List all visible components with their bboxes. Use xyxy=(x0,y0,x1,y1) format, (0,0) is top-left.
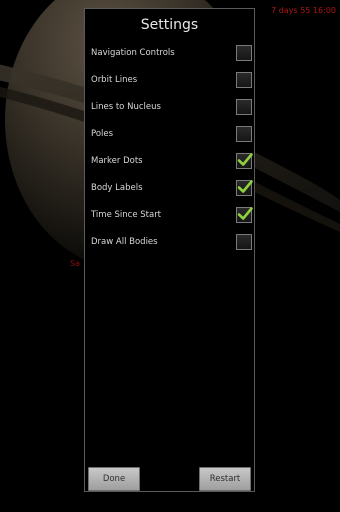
checkbox-lines-to-nucleus[interactable] xyxy=(236,98,252,115)
option-label: Draw All Bodies xyxy=(91,236,158,247)
checkbox-poles[interactable] xyxy=(236,125,252,142)
checkbox-draw-all-bodies[interactable] xyxy=(236,233,252,250)
checkbox-navigation-controls[interactable] xyxy=(236,44,252,61)
option-row-body-labels[interactable]: Body Labels xyxy=(85,174,254,201)
option-label: Orbit Lines xyxy=(91,74,138,85)
checkmark-icon xyxy=(237,179,253,193)
option-label: Time Since Start xyxy=(91,209,162,220)
option-row-orbit-lines[interactable]: Orbit Lines xyxy=(85,66,254,93)
checkmark-icon xyxy=(237,152,253,166)
option-label: Lines to Nucleus xyxy=(91,101,161,112)
app-screen: 7 days 55 16:00 Sa Settings Navigation C… xyxy=(0,0,340,512)
option-row-navigation-controls[interactable]: Navigation Controls xyxy=(85,39,254,66)
option-row-draw-all-bodies[interactable]: Draw All Bodies xyxy=(85,228,254,255)
checkbox-orbit-lines[interactable] xyxy=(236,71,252,88)
time-readout: 7 days 55 16:00 xyxy=(271,6,336,15)
restart-button[interactable]: Restart xyxy=(199,467,251,491)
checkmark-icon xyxy=(237,206,253,220)
dialog-title: Settings xyxy=(140,17,199,33)
option-row-poles[interactable]: Poles xyxy=(85,120,254,147)
option-label: Poles xyxy=(91,128,114,139)
settings-options-list: Navigation Controls Orbit Lines Lines to N… xyxy=(85,39,254,255)
done-button[interactable]: Done xyxy=(88,467,140,491)
option-label: Navigation Controls xyxy=(91,47,175,58)
option-label: Marker Dots xyxy=(91,155,143,166)
option-row-time-since-start[interactable]: Time Since Start xyxy=(85,201,254,228)
body-label: Sa xyxy=(70,259,80,268)
checkbox-body-labels[interactable] xyxy=(236,179,253,196)
checkbox-time-since-start[interactable] xyxy=(236,206,253,223)
option-row-marker-dots[interactable]: Marker Dots xyxy=(85,147,254,174)
checkbox-marker-dots[interactable] xyxy=(236,152,253,169)
option-row-lines-to-nucleus[interactable]: Lines to Nucleus xyxy=(85,93,254,120)
settings-dialog: Settings Navigation Controls Orbit Lines L… xyxy=(84,8,255,492)
option-label: Body Labels xyxy=(91,182,143,193)
